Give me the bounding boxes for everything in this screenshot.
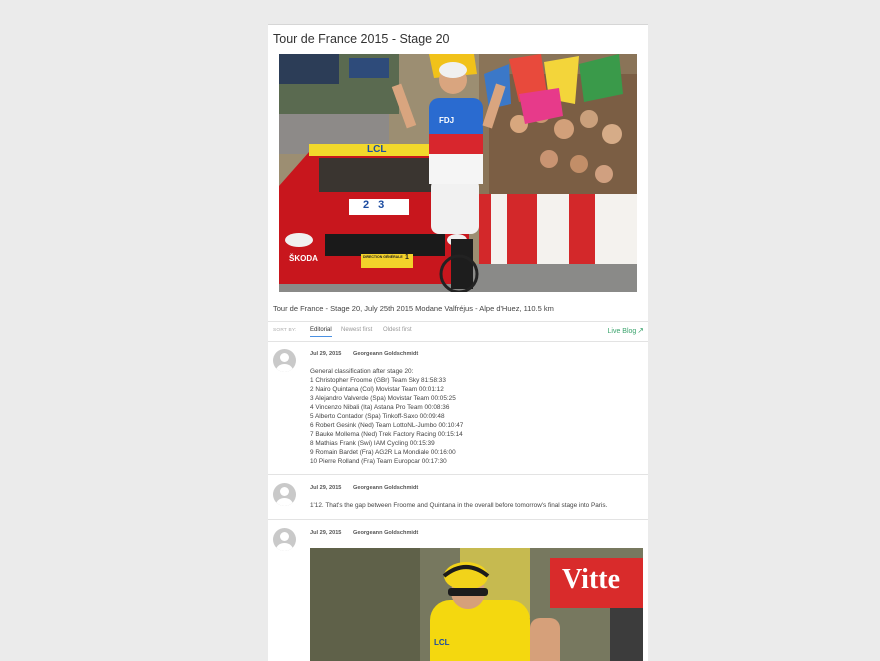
post-meta: Jul 29, 2015 Georgeann Goldschmidt — [310, 351, 418, 357]
post-author: Georgeann Goldschmidt — [352, 351, 419, 357]
post-line: 10 Pierre Rolland (Fra) Team Europcar 00… — [310, 457, 447, 465]
post-line: 8 Mathias Frank (Swi) IAM Cycling 00:15:… — [310, 439, 435, 447]
post-image-banner-text: Vitte — [562, 564, 621, 595]
sort-option-editorial[interactable]: Editorial — [310, 327, 332, 337]
sort-by-label: SORT BY: — [273, 328, 297, 333]
hero-image: LCL 2 3 ŠKODA DIRECTION GÉNÉRALE 1 FDJ — [279, 54, 637, 292]
post-author: Georgeann Goldschmidt — [352, 530, 419, 536]
post-line: 1'12. That's the gap between Froome and … — [310, 502, 608, 509]
live-blog-arrow-icon: ↗ — [637, 326, 644, 335]
post-line: 6 Robert Gesink (Ned) Team LottoNL-Jumbo… — [310, 421, 464, 429]
avatar — [273, 483, 296, 506]
sort-bar: SORT BY: Editorial Newest first Oldest f… — [268, 321, 648, 342]
hero-rider-jersey: FDJ — [439, 116, 455, 125]
post-item: Jul 29, 2015 Georgeann Goldschmidt 1'12.… — [268, 475, 648, 520]
post-line: 3 Alejandro Valverde (Spa) Movistar Team… — [310, 394, 456, 402]
post-meta: Jul 29, 2015 Georgeann Goldschmidt — [310, 485, 418, 491]
post-line: General classification after stage 20: — [310, 368, 414, 375]
post-body: General classification after stage 20: 1… — [310, 368, 463, 466]
article-title: Tour de France 2015 - Stage 20 — [273, 32, 450, 46]
hero-car-brand: ŠKODA — [289, 254, 318, 263]
sort-option-oldest-first[interactable]: Oldest first — [383, 327, 412, 333]
post-date: Jul 29, 2015 — [310, 485, 342, 491]
hero-direction-number: 1 — [405, 254, 409, 261]
sort-option-newest-first[interactable]: Newest first — [341, 327, 372, 333]
hero-image-caption: Tour de France - Stage 20, July 25th 201… — [273, 304, 554, 313]
live-blog-label: Live Blog — [607, 328, 637, 335]
post-item: Jul 29, 2015 Georgeann Goldschmidt Vitte… — [268, 520, 648, 661]
post-line: 4 Vincenzo Nibali (Ita) Astana Pro Team … — [310, 403, 450, 411]
post-line: 7 Bauke Mollema (Ned) Trek Factory Racin… — [310, 430, 463, 438]
post-line: 5 Alberto Contador (Spa) Tinkoff-Saxo 00… — [310, 412, 445, 420]
post-line: 9 Romain Bardet (Fra) AG2R La Mondiale 0… — [310, 448, 456, 456]
avatar — [273, 349, 296, 372]
post-image-jersey-text: LCL — [434, 638, 450, 647]
live-blog-panel: Tour de France 2015 - Stage 20 LCL 2 3 Š… — [268, 24, 648, 661]
post-line: 1 Christopher Froome (GBr) Team Sky 81:5… — [310, 376, 446, 384]
post-date: Jul 29, 2015 — [310, 351, 342, 357]
post-image: Vitte LCL — [310, 548, 643, 661]
post-author: Georgeann Goldschmidt — [352, 485, 419, 491]
post-date: Jul 29, 2015 — [310, 530, 342, 536]
hero-car-text: LCL — [367, 144, 387, 155]
hero-number-plate: 2 3 — [363, 199, 388, 211]
avatar — [273, 528, 296, 551]
live-blog-link[interactable]: Live Blog↗ — [608, 326, 645, 335]
post-line: 2 Nairo Quintana (Col) Movistar Team 00:… — [310, 385, 444, 393]
post-item: Jul 29, 2015 Georgeann Goldschmidt Gener… — [268, 341, 648, 475]
post-meta: Jul 29, 2015 Georgeann Goldschmidt — [310, 530, 418, 536]
post-body: 1'12. That's the gap between Froome and … — [310, 502, 607, 511]
hero-direction-sign: DIRECTION GÉNÉRALE — [363, 255, 403, 259]
